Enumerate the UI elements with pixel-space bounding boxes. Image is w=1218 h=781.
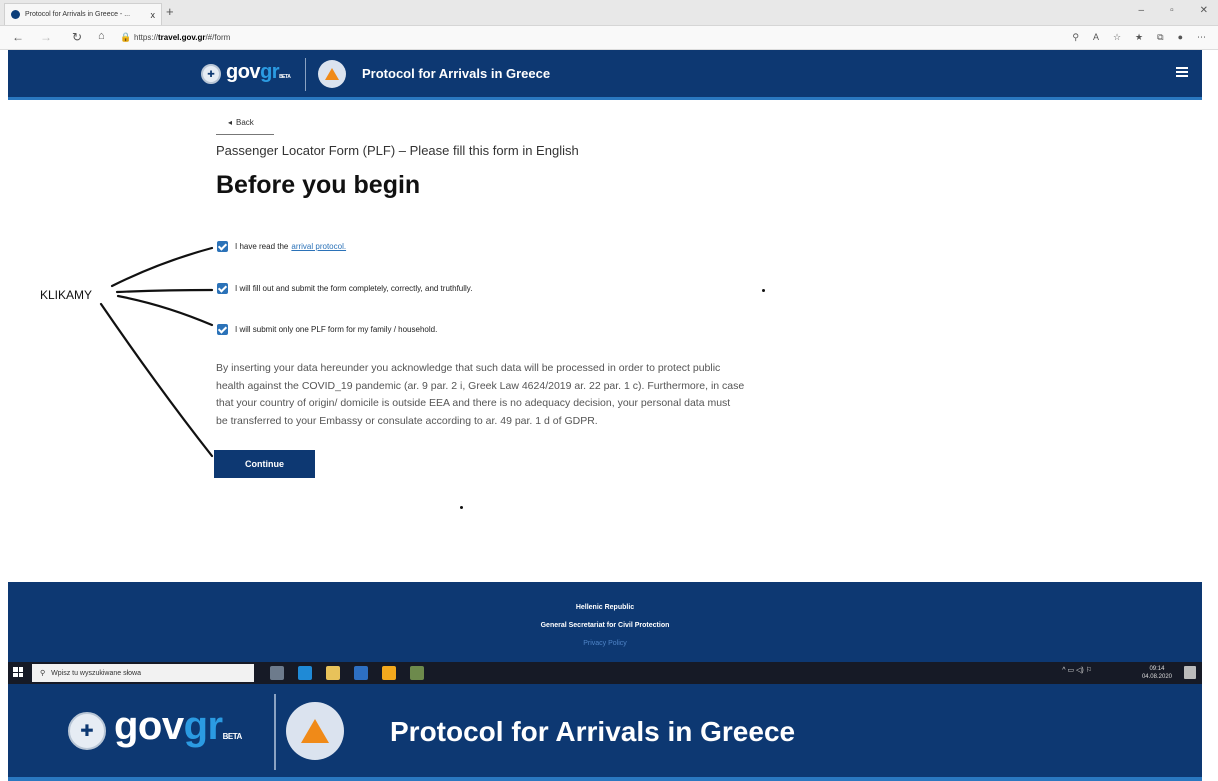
zoomed-site-header: ✚ govgrBETA Protocol for Arrivals in Gre… [8, 684, 1202, 781]
govgr-logo: govgrBETA [114, 704, 242, 748]
task-view-icon[interactable] [270, 666, 284, 680]
system-tray-icons[interactable]: ^ ▭ ◁) ⚐ [1062, 666, 1092, 674]
windows-taskbar: ⚲ Wpisz tu wyszukiwane słowa ^ ▭ ◁) ⚐ 09… [8, 662, 1202, 684]
app-icon[interactable] [410, 666, 424, 680]
header-divider [274, 694, 276, 770]
privacy-policy-link[interactable]: Privacy Policy [8, 640, 1202, 647]
notification-center-icon[interactable] [1184, 666, 1196, 679]
annotation-line [110, 246, 214, 288]
annotation-line [115, 288, 214, 294]
footer-line: Hellenic Republic [575, 604, 635, 611]
app-icon[interactable] [382, 666, 396, 680]
greek-emblem-icon: ✚ [68, 712, 106, 750]
stray-dot [762, 289, 765, 292]
outlook-icon[interactable] [354, 666, 368, 680]
civil-protection-seal-icon [286, 702, 344, 760]
stray-dot [460, 506, 463, 509]
taskbar-search-input[interactable]: ⚲ Wpisz tu wyszukiwane słowa [32, 664, 254, 682]
annotation-line [99, 302, 214, 458]
annotation-line [116, 294, 214, 327]
site-footer: Hellenic Republic General Secretariat fo… [8, 582, 1202, 662]
edge-browser-icon[interactable] [298, 666, 312, 680]
search-icon: ⚲ [40, 670, 46, 677]
header-title: Protocol for Arrivals in Greece [390, 716, 796, 747]
taskbar-clock[interactable]: 09:14 04.08.2020 [1142, 665, 1172, 681]
footer-line: General Secretariat for Civil Protection [540, 622, 670, 629]
file-explorer-icon[interactable] [326, 666, 340, 680]
windows-start-icon[interactable] [13, 667, 23, 677]
